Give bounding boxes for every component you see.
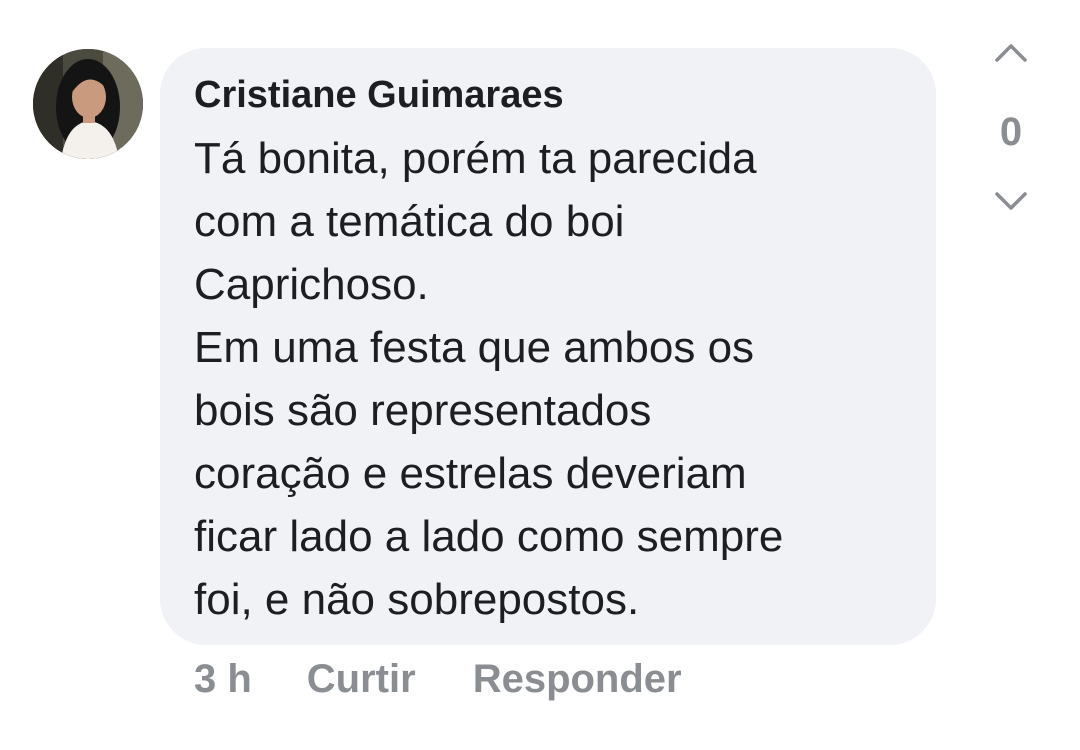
comment-actions: 3 h Curtir Responder — [194, 652, 682, 706]
comment-timestamp[interactable]: 3 h — [194, 657, 252, 702]
chevron-down-icon — [995, 192, 1027, 210]
comment-body: Tá bonita, porém ta parecida com a temát… — [194, 127, 906, 631]
comment-author[interactable]: Cristiane Guimaraes — [194, 72, 906, 118]
downvote-button[interactable] — [978, 186, 1044, 222]
comment-line: foi, e não sobrepostos. — [194, 575, 640, 624]
reply-button[interactable]: Responder — [473, 657, 682, 702]
like-button[interactable]: Curtir — [307, 657, 416, 702]
comment-line: bois são representados — [194, 386, 652, 435]
profile-photo — [33, 49, 143, 159]
upvote-button[interactable] — [978, 38, 1044, 74]
comment-line: ficar lado a lado como sempre — [194, 512, 784, 561]
comment-line: com a temática do boi — [194, 197, 625, 246]
avatar[interactable] — [33, 49, 143, 159]
vote-count: 0 — [999, 110, 1023, 154]
chevron-up-icon — [995, 44, 1027, 62]
comment-bubble: Cristiane Guimaraes Tá bonita, porém ta … — [160, 48, 936, 645]
comment-line: Tá bonita, porém ta parecida — [194, 134, 757, 183]
comment-line: Em uma festa que ambos os — [194, 323, 755, 372]
comment-line: Caprichoso. — [194, 260, 429, 309]
comment-line: coração e estrelas deveriam — [194, 449, 747, 498]
